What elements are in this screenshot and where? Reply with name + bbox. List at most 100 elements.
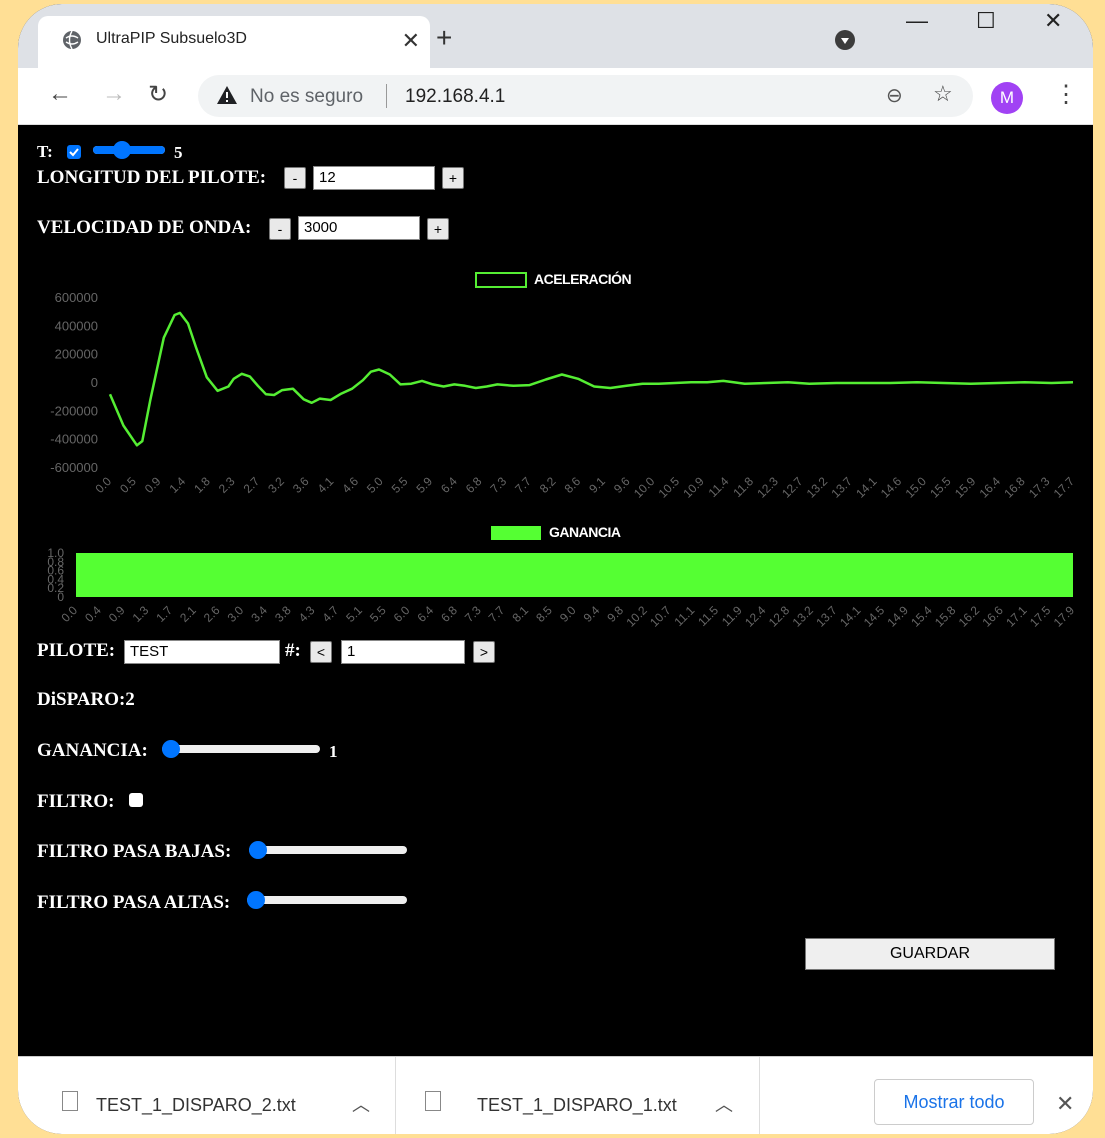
pilote-input[interactable]: TEST (124, 640, 280, 664)
x-tick-label: 15.8 (932, 603, 959, 630)
longitud-plus-button[interactable]: + (442, 167, 464, 189)
download-item[interactable]: TEST_1_DISPARO_1.txt ︿ (395, 1057, 760, 1134)
x-tick-label: 4.1 (315, 474, 337, 496)
download-filename: TEST_1_DISPARO_1.txt (477, 1095, 677, 1115)
longitud-input[interactable]: 12 (313, 166, 435, 190)
tab-strip: UltraPIP Subsuelo3D ✕ + — ☐ ✕ (18, 4, 1093, 68)
slider-track (247, 896, 407, 904)
x-tick-label: 17.5 (1027, 603, 1054, 630)
x-tick-label: 12.4 (742, 603, 769, 630)
ganancia-value: 1 (329, 742, 338, 761)
x-tick-label: 9.1 (586, 474, 608, 496)
x-tick-label: 13.7 (828, 474, 855, 501)
y-tick-label: 0 (57, 590, 64, 604)
close-tab-icon[interactable]: ✕ (402, 28, 420, 54)
browser-window: UltraPIP Subsuelo3D ✕ + — ☐ ✕ ← → ↻ No e… (18, 4, 1093, 1134)
x-tick-label: 15.0 (903, 474, 930, 501)
x-tick-label: 1.4 (166, 474, 188, 496)
pasa-altas-slider[interactable] (247, 890, 407, 910)
browser-toolbar: ← → ↻ No es seguro 192.168.4.1 ⊖ ☆ M ⋮ (18, 68, 1093, 125)
x-tick-label: 17.7 (1051, 474, 1078, 501)
x-tick-label: 5.1 (343, 603, 365, 625)
prev-button[interactable]: < (310, 641, 332, 663)
velocidad-input[interactable]: 3000 (298, 216, 420, 240)
t-slider[interactable] (93, 140, 165, 160)
slider-thumb[interactable] (249, 841, 267, 859)
x-tick-label: 10.0 (631, 474, 658, 501)
x-tick-label: 12.8 (766, 603, 793, 630)
new-tab-icon[interactable]: + (436, 22, 452, 54)
x-tick-label: 5.9 (413, 474, 435, 496)
x-tick-label: 17.1 (1003, 603, 1030, 630)
slider-thumb[interactable] (247, 891, 265, 909)
zoom-icon[interactable]: ⊖ (886, 83, 903, 108)
address-url[interactable]: 192.168.4.1 (405, 86, 505, 108)
velocidad-minus-button[interactable]: - (269, 218, 291, 240)
x-tick-label: 13.7 (813, 603, 840, 630)
filtro-checkbox[interactable] (129, 793, 143, 807)
x-tick-label: 14.5 (861, 603, 888, 630)
y-tick-label: -600000 (50, 460, 98, 475)
address-bar[interactable]: No es seguro 192.168.4.1 ⊖ ☆ (198, 75, 973, 117)
x-tick-label: 13.2 (804, 474, 831, 501)
x-tick-label: 7.7 (486, 603, 508, 625)
y-tick-label: 400000 (55, 318, 98, 333)
maximize-icon[interactable]: ☐ (976, 8, 996, 34)
file-icon (425, 1091, 441, 1111)
x-tick-label: 15.5 (927, 474, 954, 501)
legend-swatch (475, 272, 527, 288)
forward-icon[interactable]: → (102, 80, 126, 108)
legend-swatch (491, 526, 541, 540)
x-tick-label: 12.3 (754, 474, 781, 501)
x-tick-label: 9.0 (557, 603, 579, 625)
x-tick-label: 14.6 (878, 474, 905, 501)
ganancia-label: GANANCIA: (37, 740, 148, 761)
bookmark-star-icon[interactable]: ☆ (933, 81, 953, 107)
chevron-up-icon[interactable]: ︿ (352, 1091, 370, 1117)
back-icon[interactable]: ← (48, 80, 72, 108)
disparo-label: DiSPARO:2 (37, 689, 135, 710)
ganancia-slider[interactable] (162, 739, 320, 759)
velocidad-plus-button[interactable]: + (427, 218, 449, 240)
reload-icon[interactable]: ↻ (148, 80, 168, 109)
filtro-label: FILTRO: (37, 791, 115, 812)
x-tick-label: 10.7 (647, 603, 674, 630)
guardar-button[interactable]: GUARDAR (805, 938, 1055, 970)
x-tick-label: 14.1 (837, 603, 864, 630)
slider-thumb[interactable] (113, 141, 131, 159)
x-tick-label: 2.1 (177, 603, 199, 625)
longitud-minus-button[interactable]: - (284, 167, 306, 189)
x-tick-label: 6.8 (438, 603, 460, 625)
x-tick-label: 16.2 (956, 603, 983, 630)
x-tick-label: 3.4 (248, 603, 270, 625)
y-tick-label: 600000 (55, 290, 98, 305)
profile-avatar[interactable]: M (991, 82, 1023, 114)
x-tick-label: 2.7 (241, 474, 263, 496)
ganancia-bar (76, 553, 1073, 597)
show-all-button[interactable]: Mostrar todo (874, 1079, 1034, 1125)
x-tick-label: 5.5 (389, 474, 411, 496)
t-checkbox[interactable] (67, 145, 81, 159)
aceleracion-chart: ACELERACIÓN 600000 400000 200000 0 -200000 -40… (50, 270, 1078, 501)
slider-thumb[interactable] (162, 740, 180, 758)
y-tick-label: -200000 (50, 403, 98, 418)
close-downloads-icon[interactable]: ✕ (1056, 1091, 1074, 1117)
x-tick-label: 7.3 (462, 603, 484, 625)
chevron-up-icon[interactable]: ︿ (715, 1091, 733, 1117)
t-value: 5 (174, 143, 183, 162)
next-button[interactable]: > (473, 641, 495, 663)
tab-ultrapip[interactable]: UltraPIP Subsuelo3D ✕ (38, 16, 430, 68)
pilote-label: PILOTE: (37, 640, 116, 661)
media-control-icon[interactable] (835, 30, 855, 50)
x-tick-label: 0.0 (58, 603, 80, 625)
downloads-bar: TEST_1_DISPARO_2.txt ︿ TEST_1_DISPARO_1.… (18, 1056, 1093, 1134)
minimize-icon[interactable]: — (906, 8, 928, 34)
x-tick-label: 10.5 (656, 474, 683, 501)
download-item[interactable]: TEST_1_DISPARO_2.txt ︿ (18, 1057, 396, 1134)
close-window-icon[interactable]: ✕ (1044, 8, 1062, 34)
ganancia-chart: GANANCIA1.00.80.60.40.200.0 0.4 0.9 1.3 1.7 2… (47, 524, 1077, 630)
y-tick-label: -400000 (50, 432, 98, 447)
num-input[interactable]: 1 (341, 640, 465, 664)
menu-kebab-icon[interactable]: ⋮ (1054, 80, 1078, 109)
pasa-bajas-slider[interactable] (249, 840, 407, 860)
